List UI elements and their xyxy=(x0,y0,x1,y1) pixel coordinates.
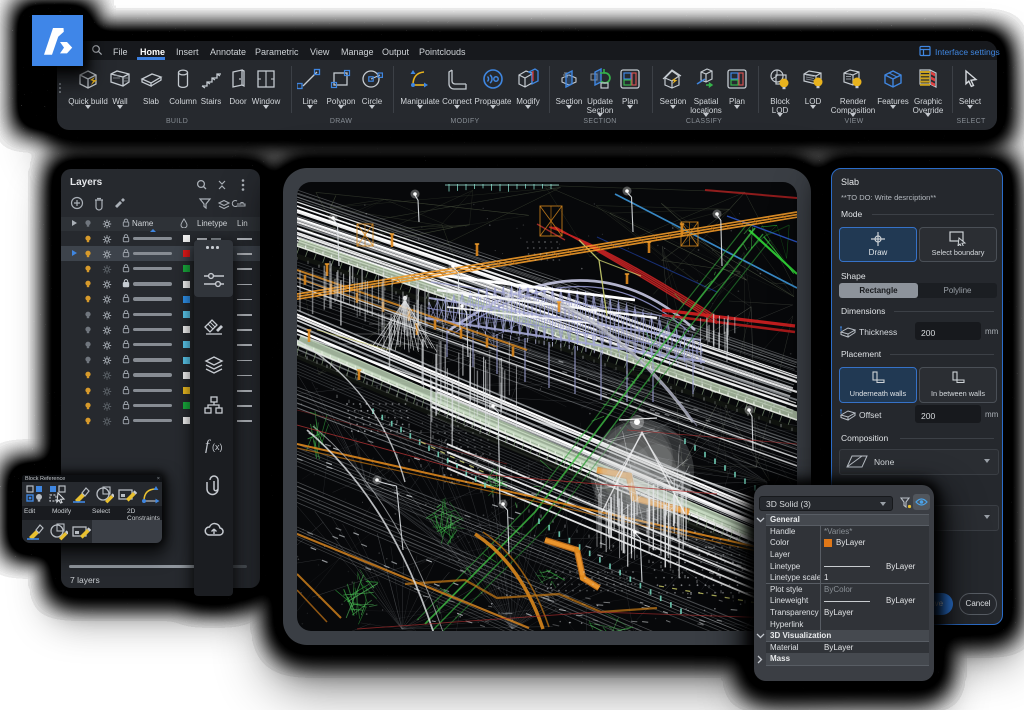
svg-text:f: f xyxy=(205,438,211,454)
svg-text:(x): (x) xyxy=(212,442,223,452)
